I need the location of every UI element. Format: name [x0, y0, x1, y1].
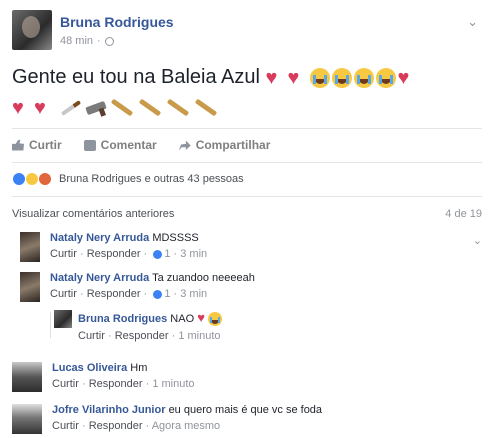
meta-separator: · [97, 35, 101, 47]
separator: · [145, 378, 150, 390]
divider [12, 196, 482, 197]
comment-time[interactable]: 3 min [180, 288, 207, 300]
separator: · [173, 248, 178, 260]
like-reaction-icon [153, 249, 163, 259]
broken-heart-icon: ♥ [34, 96, 46, 119]
globe-icon [104, 36, 114, 46]
like-reaction-icon [153, 289, 163, 299]
share-icon [178, 140, 191, 151]
comments-header: Visualizar comentários anteriores 4 de 1… [12, 208, 482, 220]
comment-author[interactable]: Nataly Nery Arruda [50, 272, 149, 284]
comment-like-count: 1 [164, 248, 171, 260]
comment-time[interactable]: 3 min [180, 248, 207, 260]
separator: · [81, 420, 86, 432]
wood-stick-icon [138, 98, 162, 117]
divider [12, 128, 482, 129]
post-header: Bruna Rodrigues 48 min · ⌄ [12, 10, 482, 52]
comment-reply-link[interactable]: Responder [115, 330, 169, 342]
comment-label: Comentar [100, 138, 157, 152]
wow-reaction-icon [25, 172, 39, 186]
comment-reply-link[interactable]: Responder [87, 248, 141, 260]
like-button[interactable]: Curtir [12, 136, 62, 154]
comment-time[interactable]: Agora mesmo [152, 420, 220, 432]
comment-count: 4 de 19 [445, 208, 482, 220]
separator: · [171, 330, 176, 343]
comment-text: Hm [130, 362, 148, 374]
avatar[interactable] [20, 232, 40, 262]
post-text-content: Gente eu tou na Baleia Azul [12, 66, 260, 88]
chevron-down-icon[interactable]: ⌄ [473, 234, 482, 247]
comment-author[interactable]: Bruna Rodrigues [78, 313, 167, 325]
reactions-text: Bruna Rodrigues e outras 43 pessoas [59, 173, 244, 185]
comment-text: MDSSSS [152, 232, 199, 244]
pistol-icon [85, 100, 107, 115]
comment-author[interactable]: Nataly Nery Arruda [50, 232, 149, 244]
action-bar: Curtir Comentar Compartilhar [12, 136, 482, 154]
comment-like-link[interactable]: Curtir [78, 330, 105, 342]
wood-stick-icon [194, 98, 218, 117]
comment-like-count: 1 [164, 288, 171, 300]
comment-time[interactable]: 1 minuto [178, 330, 220, 342]
crying-face-icon [375, 67, 396, 88]
comment-reply-link[interactable]: Responder [89, 378, 143, 390]
wood-stick-icon [166, 98, 190, 117]
avatar[interactable] [12, 404, 42, 434]
comment-author[interactable]: Jofre Vilarinho Junior [52, 404, 166, 416]
reply-thread-line [50, 312, 51, 338]
separator: · [79, 288, 84, 300]
comment-like-link[interactable]: Curtir [50, 248, 77, 260]
comment-button[interactable]: Comentar [83, 136, 157, 154]
separator: · [173, 288, 178, 300]
comment-icon [83, 139, 96, 151]
comment-like-link[interactable]: Curtir [50, 288, 77, 300]
broken-heart-icon: ♥ [287, 66, 300, 89]
broken-heart-icon: ♥ [397, 66, 410, 89]
like-label: Curtir [29, 138, 62, 152]
like-reaction-icon [12, 172, 26, 186]
comment-text: eu quero mais é que vc se foda [168, 404, 323, 416]
comment-time[interactable]: 1 minuto [152, 378, 194, 390]
sad-reaction-icon [38, 172, 52, 186]
post-author[interactable]: Bruna Rodrigues [60, 14, 174, 30]
crying-face-icon [309, 67, 330, 88]
separator: · [107, 330, 112, 343]
separator: · [143, 248, 148, 260]
post-meta: 48 min · [60, 35, 114, 47]
divider [12, 162, 482, 163]
comment-author[interactable]: Lucas Oliveira [52, 362, 127, 374]
broken-heart-icon: ♥ [265, 66, 278, 89]
broken-heart-icon: ♥ [197, 310, 205, 325]
share-button[interactable]: Compartilhar [178, 136, 271, 154]
comment-like-link[interactable]: Curtir [52, 420, 79, 432]
crying-face-icon [353, 67, 374, 88]
comment-reply-link[interactable]: Responder [87, 288, 141, 300]
avatar[interactable] [20, 272, 40, 302]
crying-face-icon [331, 67, 352, 88]
comment-like-link[interactable]: Curtir [52, 378, 79, 390]
avatar[interactable] [12, 10, 52, 50]
comment-text: NAO [170, 313, 195, 325]
separator: · [145, 420, 150, 432]
wood-stick-icon [110, 98, 134, 117]
crying-face-icon [207, 312, 222, 327]
comment-text: Ta zuandoo neeeeah [152, 272, 255, 284]
broken-heart-icon: ♥ [12, 96, 24, 119]
post-time[interactable]: 48 min [60, 35, 93, 47]
separator: · [143, 288, 148, 300]
separator: · [81, 378, 86, 390]
view-previous-comments-link[interactable]: Visualizar comentários anteriores [12, 208, 174, 220]
separator: · [79, 248, 84, 260]
avatar[interactable] [12, 362, 42, 392]
thumbs-up-icon [12, 139, 24, 151]
share-label: Compartilhar [195, 138, 271, 152]
chevron-down-icon[interactable]: ⌄ [467, 14, 478, 30]
comment-reply-link[interactable]: Responder [89, 420, 143, 432]
post-text: Gente eu tou na Baleia Azul ♥ ♥ ♥ ♥ ♥ [12, 62, 482, 122]
reactions-summary[interactable]: Bruna Rodrigues e outras 43 pessoas [12, 172, 244, 186]
knife-icon [60, 99, 82, 116]
avatar[interactable] [54, 310, 72, 328]
